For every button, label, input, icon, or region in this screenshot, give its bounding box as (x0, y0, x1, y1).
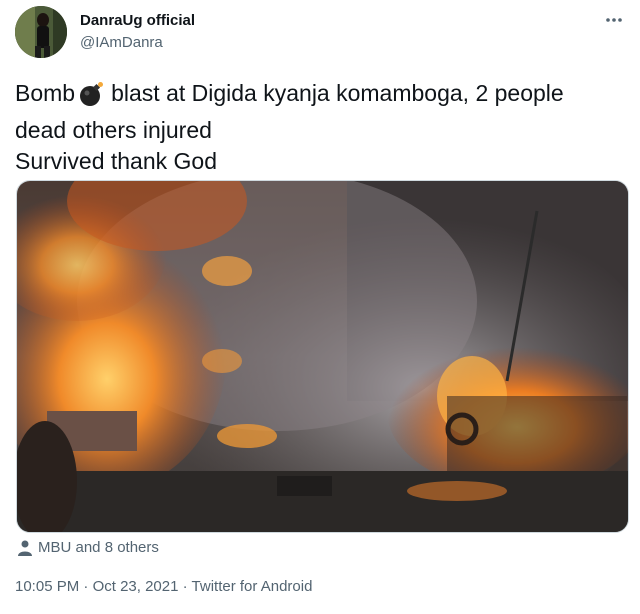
tweet-line-1: Bomb blast at Digida kyanja komamboga, 2 … (15, 78, 630, 115)
meta-separator-2: · (178, 578, 192, 595)
tweet-line-3: Survived thank God (15, 148, 218, 174)
tweet-text-start: Bomb (15, 80, 76, 106)
tweet-date[interactable]: Oct 23, 2021 (93, 578, 179, 595)
tweet-metadata: 10:05 PM · Oct 23, 2021 · Twitter for An… (15, 578, 312, 595)
fire-scene-image (17, 181, 628, 532)
avatar[interactable] (15, 6, 67, 58)
tweet-text-rest: blast at Digida kyanja komamboga, 2 peop… (111, 80, 564, 106)
author-name[interactable]: DanraUg official (80, 12, 195, 29)
meta-separator-1: · (79, 578, 93, 595)
author-handle[interactable]: @IAmDanra (80, 34, 163, 51)
tweet-source: Twitter for Android (191, 578, 313, 595)
tagged-users[interactable]: MBU and 8 others (18, 539, 159, 556)
tweet-photo[interactable] (16, 180, 629, 533)
tweet-time[interactable]: 10:05 PM (15, 578, 79, 595)
tagged-users-label: MBU and 8 others (38, 539, 159, 556)
person-icon (18, 540, 32, 556)
more-options-button[interactable] (602, 8, 626, 32)
tweet-text: Bomb blast at Digida kyanja komamboga, 2 … (15, 78, 630, 177)
tweet-line-2: dead others injured (15, 117, 212, 143)
more-horizontal-icon (606, 18, 622, 22)
bomb-emoji (79, 81, 105, 115)
